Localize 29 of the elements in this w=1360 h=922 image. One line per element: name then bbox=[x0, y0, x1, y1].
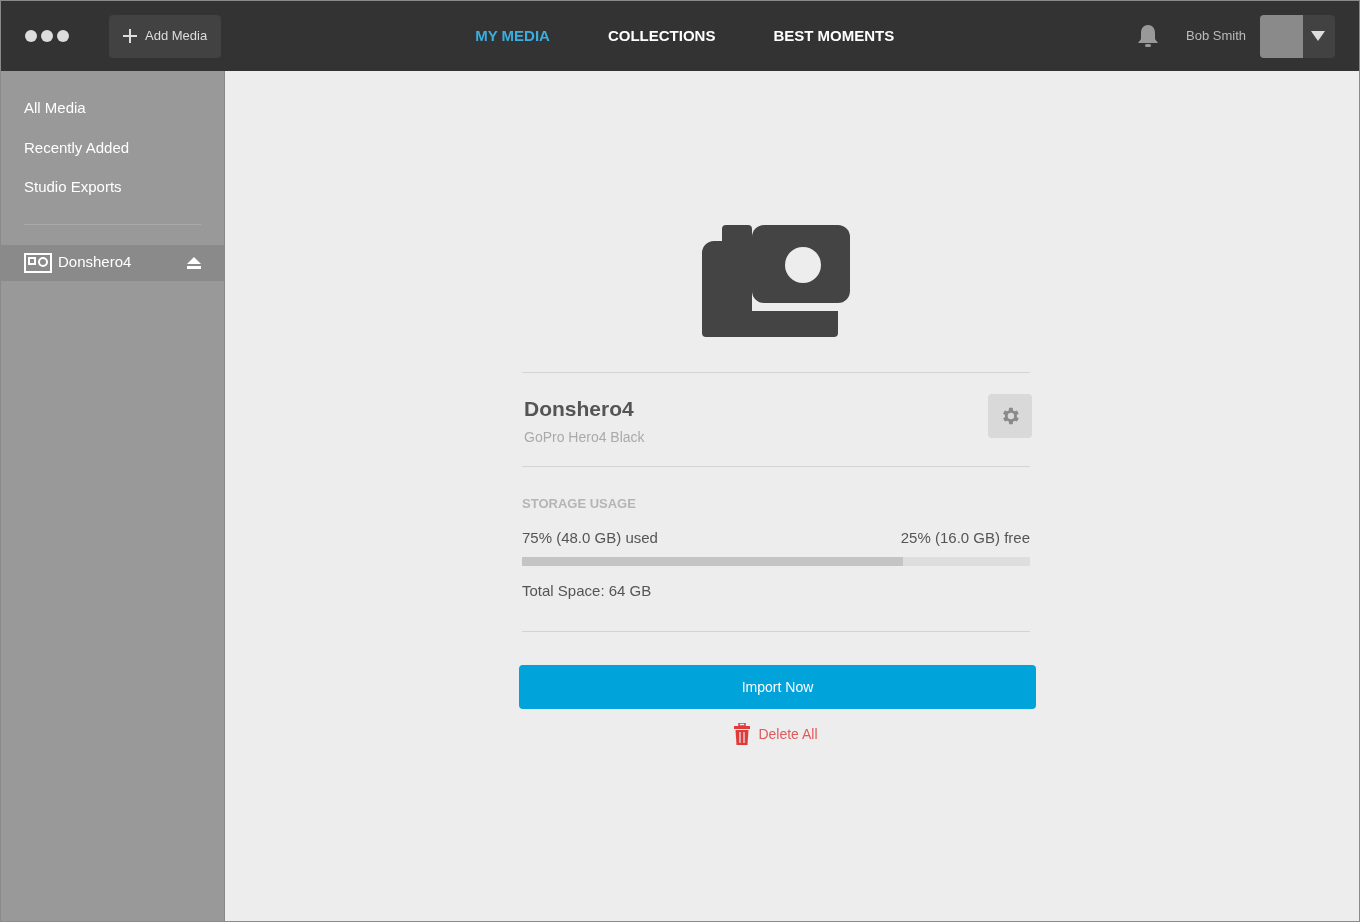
nav-tab[interactable]: BEST MOMENTS bbox=[773, 24, 895, 48]
device-name: Donshero4 bbox=[58, 252, 132, 273]
sidebar-item[interactable]: Studio Exports bbox=[24, 176, 201, 199]
caret-icon bbox=[1311, 31, 1325, 41]
user-name: Bob Smith bbox=[1186, 27, 1246, 46]
import-button[interactable]: Import Now bbox=[519, 665, 1036, 709]
settings-button[interactable] bbox=[988, 394, 1032, 438]
more-icon[interactable] bbox=[25, 30, 69, 42]
device-item[interactable]: Donshero4 bbox=[1, 244, 224, 281]
camera-icon bbox=[24, 252, 52, 273]
free-label: 25% (16.0 GB) free bbox=[900, 528, 1030, 548]
sidebar-item[interactable]: All Media bbox=[24, 97, 201, 120]
trash-icon bbox=[734, 723, 751, 745]
nav-tab[interactable]: COLLECTIONS bbox=[607, 24, 716, 48]
delete-all-button[interactable]: Delete All bbox=[734, 723, 818, 745]
user-menu-button[interactable] bbox=[1260, 14, 1335, 58]
eject-icon[interactable] bbox=[187, 256, 201, 269]
add-media-button[interactable]: Add Media bbox=[109, 14, 222, 58]
plus-icon bbox=[123, 29, 137, 43]
total-space: Total Space: 64 GB bbox=[522, 580, 653, 601]
avatar-photo bbox=[1260, 14, 1303, 58]
used-label: 75% (48.0 GB) used bbox=[522, 528, 658, 548]
sidebar-item[interactable]: Recently Added bbox=[24, 136, 201, 159]
camera-icon bbox=[702, 225, 850, 337]
nav-tab[interactable]: MY MEDIA bbox=[475, 24, 550, 48]
section-heading: STORAGE USAGE bbox=[522, 494, 637, 513]
device-model: GoPro Hero4 Black bbox=[524, 427, 646, 447]
bell-icon[interactable] bbox=[1136, 23, 1160, 49]
device-title: Donshero4 bbox=[524, 396, 635, 422]
